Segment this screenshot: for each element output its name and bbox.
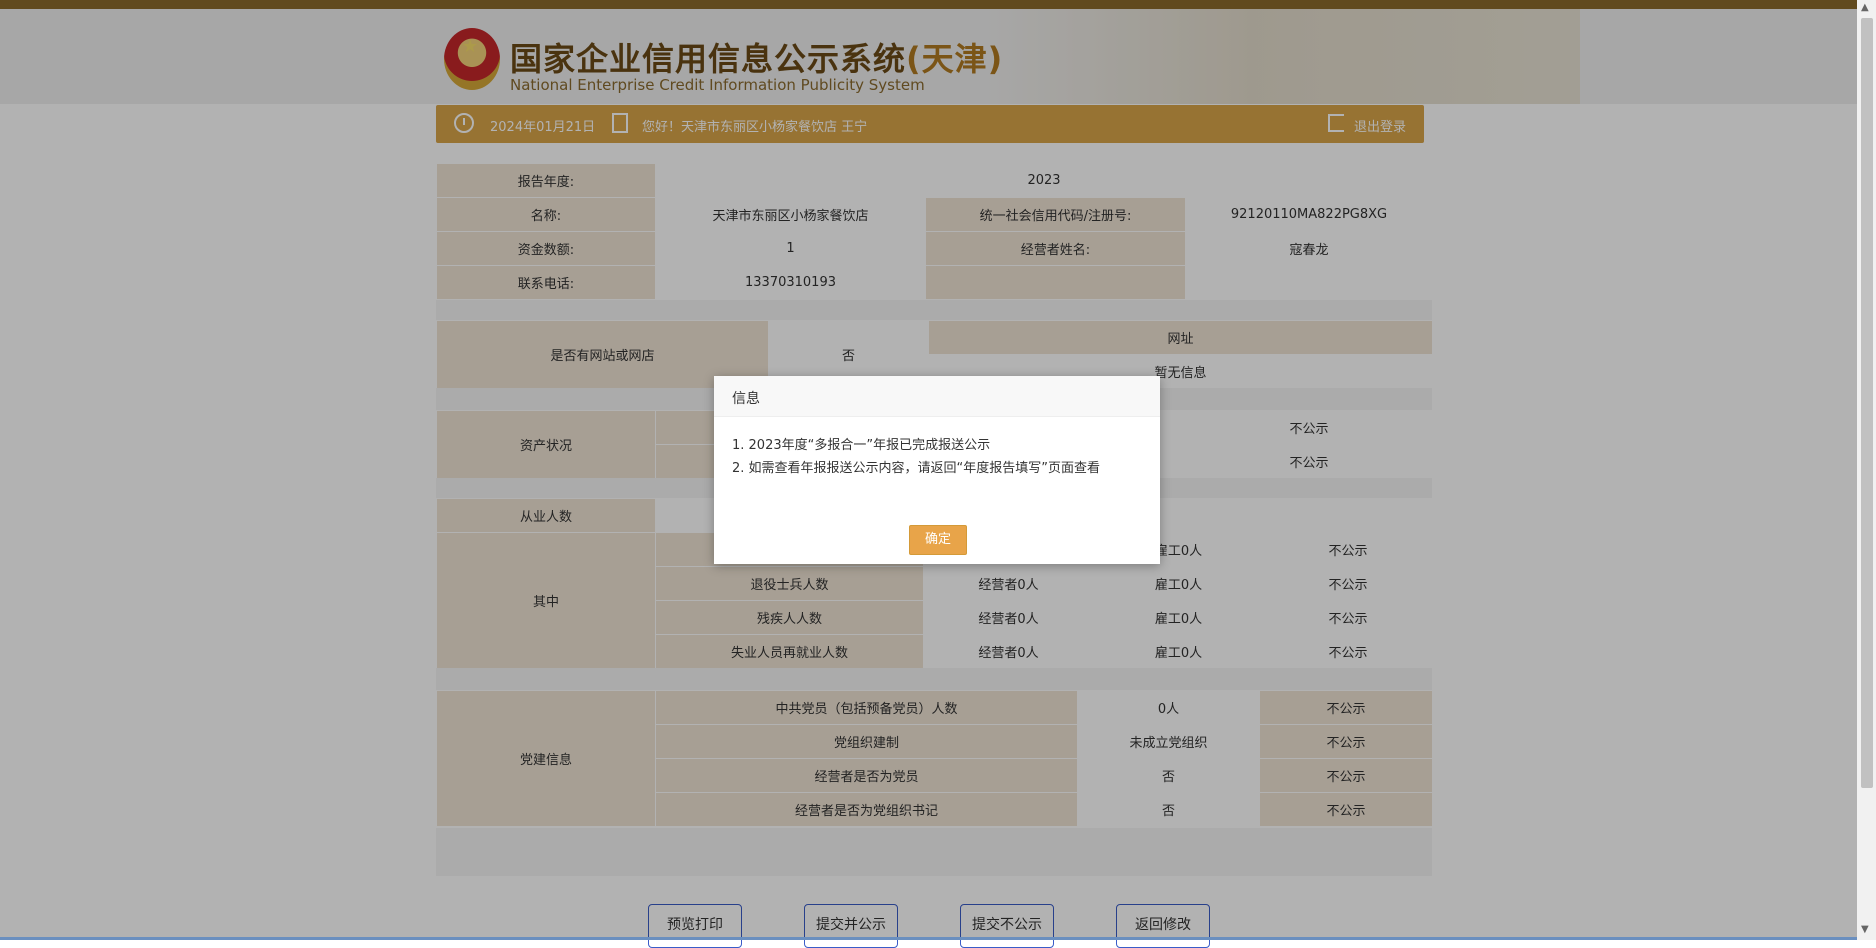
dialog-body: 1. 2023年度“多报合一”年报已完成报送公示 2. 如需查看年报报送公示内容… [732,434,1100,480]
scrollbar-thumb[interactable] [1861,18,1873,788]
scroll-up-arrow-icon[interactable]: ▲ [1861,2,1869,13]
scroll-down-arrow-icon[interactable]: ▼ [1861,924,1869,935]
dialog-header [714,376,1160,417]
dialog-line-2: 2. 如需查看年报报送公示内容，请返回“年度报告填写”页面查看 [732,461,1101,476]
dialog-ok-button[interactable]: 确定 [909,525,967,555]
dialog-line-1: 1. 2023年度“多报合一”年报已完成报送公示 [732,438,991,453]
dialog-title: 信息 [732,391,760,407]
info-dialog: 信息 1. 2023年度“多报合一”年报已完成报送公示 2. 如需查看年报报送公… [714,376,1160,564]
